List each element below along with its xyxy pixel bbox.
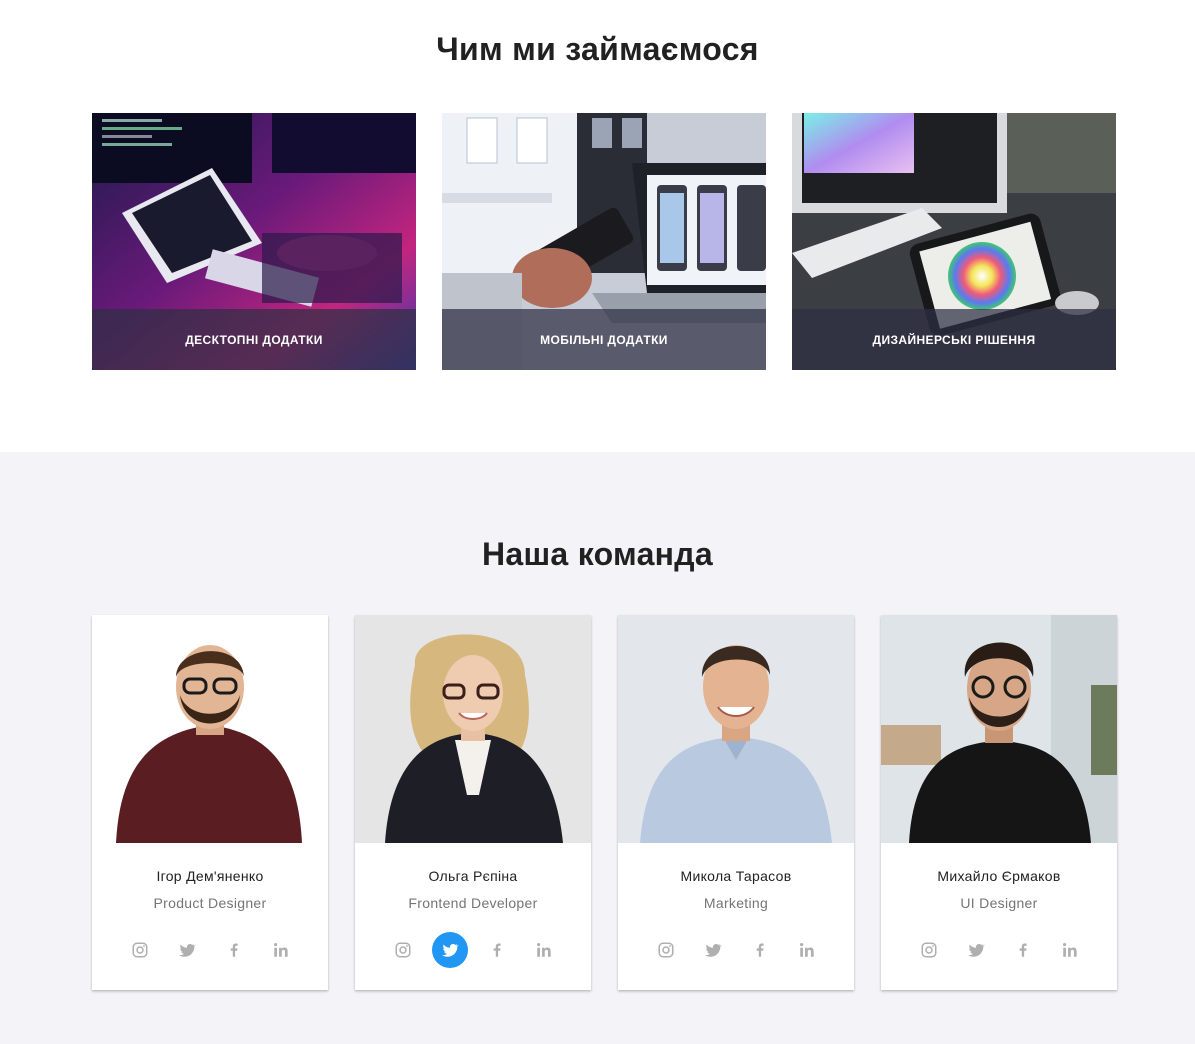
social-links <box>881 932 1117 968</box>
linkedin-icon[interactable] <box>1052 932 1088 968</box>
twitter-icon[interactable] <box>431 932 468 968</box>
member-name: Ігор Дем'яненко <box>156 868 264 884</box>
instagram-icon[interactable] <box>648 932 684 968</box>
member-name: Михайло Єрмаков <box>937 868 1061 884</box>
team-card: Микола Тарасов Marketing <box>618 615 854 990</box>
member-role: UI Designer <box>960 895 1038 911</box>
member-photo <box>92 615 328 843</box>
instagram-icon[interactable] <box>911 932 947 968</box>
team-section: Наша команда Ігор Дем'яненко Product Des… <box>0 452 1195 1044</box>
member-name: Ольга Рєпіна <box>428 868 518 884</box>
team-card: Ігор Дем'яненко Product Designer <box>92 615 328 990</box>
member-photo <box>618 615 854 843</box>
team-card: Михайло Єрмаков UI Designer <box>881 615 1117 990</box>
services-title: Чим ми займаємося <box>436 31 759 67</box>
linkedin-icon[interactable] <box>789 932 825 968</box>
member-role: Product Designer <box>153 895 267 911</box>
member-info: Михайло Єрмаков UI Designer <box>881 843 1117 968</box>
service-caption: Мобільні додатки <box>442 309 766 370</box>
member-role: Frontend Developer <box>408 895 538 911</box>
service-card-desktop[interactable]: Десктопні додатки <box>92 113 416 370</box>
service-card-design[interactable]: Дизайнерські рішення <box>792 113 1116 370</box>
team-title: Наша команда <box>481 536 714 572</box>
member-photo <box>881 615 1117 843</box>
member-role: Marketing <box>703 895 769 911</box>
service-list: Десктопні додатки <box>92 113 1116 370</box>
linkedin-icon[interactable] <box>526 932 562 968</box>
social-links <box>618 932 854 968</box>
facebook-icon[interactable] <box>216 932 252 968</box>
social-links <box>92 932 328 968</box>
team-card: Ольга Рєпіна Frontend Developer <box>355 615 591 990</box>
service-card-mobile[interactable]: Мобільні додатки <box>442 113 766 370</box>
member-info: Ольга Рєпіна Frontend Developer <box>355 843 591 968</box>
facebook-icon[interactable] <box>742 932 778 968</box>
member-info: Ігор Дем'яненко Product Designer <box>92 843 328 968</box>
member-photo <box>355 615 591 843</box>
services-section: Чим ми займаємося ДЕСКТОПНІ ДОДАТКИ МОБІ… <box>0 0 1195 452</box>
social-links <box>355 932 591 968</box>
member-info: Микола Тарасов Marketing <box>618 843 854 968</box>
twitter-icon[interactable] <box>958 932 994 968</box>
service-caption: Дизайнерські рішення <box>792 309 1116 370</box>
member-name: Микола Тарасов <box>680 868 792 884</box>
linkedin-icon[interactable] <box>263 932 299 968</box>
facebook-icon[interactable] <box>479 932 515 968</box>
twitter-icon[interactable] <box>695 932 731 968</box>
team-list: Ігор Дем'яненко Product Designer Ольга Р… <box>92 615 1117 990</box>
twitter-icon[interactable] <box>169 932 205 968</box>
service-caption: Десктопні додатки <box>92 309 416 370</box>
instagram-icon[interactable] <box>385 932 421 968</box>
facebook-icon[interactable] <box>1005 932 1041 968</box>
instagram-icon[interactable] <box>122 932 158 968</box>
